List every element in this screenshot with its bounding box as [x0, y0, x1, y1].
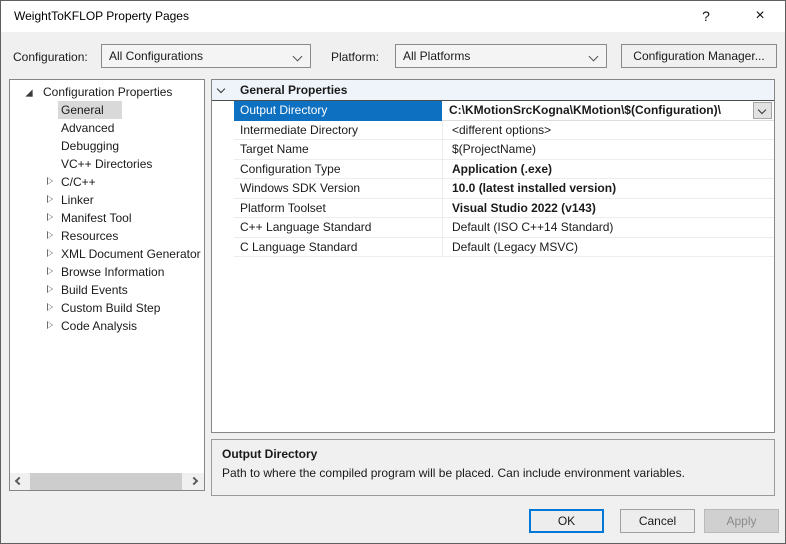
platform-label: Platform:	[331, 50, 380, 64]
collapsed-arrow-icon[interactable]	[47, 249, 53, 257]
scroll-left-icon[interactable]	[10, 473, 27, 490]
tree-item-label: Configuration Properties	[43, 85, 173, 99]
configuration-manager-button[interactable]: Configuration Manager...	[621, 44, 777, 68]
property-value[interactable]: Visual Studio 2022 (v143)	[442, 198, 774, 218]
collapsed-arrow-icon[interactable]	[47, 195, 53, 203]
property-value[interactable]: <different options>	[442, 120, 774, 140]
tree-item-xml-document-generator[interactable]: XML Document Generator	[10, 245, 204, 263]
property-name[interactable]: Intermediate Directory	[234, 121, 442, 140]
tree-item-general[interactable]: General	[10, 101, 204, 119]
tree-item-label: Advanced	[61, 121, 115, 135]
tree-item-code-analysis[interactable]: Code Analysis	[10, 317, 204, 335]
scroll-right-icon[interactable]	[187, 473, 204, 490]
property-name[interactable]: Configuration Type	[234, 160, 442, 179]
property-name[interactable]: Target Name	[234, 140, 442, 160]
property-row-windows-sdk-version[interactable]: Windows SDK Version 10.0 (latest install…	[212, 179, 774, 199]
tree-item-label: Manifest Tool	[61, 211, 132, 225]
ok-button[interactable]: OK	[529, 509, 604, 533]
scrollbar-thumb[interactable]	[30, 473, 182, 490]
configuration-label: Configuration:	[13, 50, 88, 64]
property-pages-dialog: WeightToKFLOP Property Pages ? × Configu…	[0, 0, 786, 544]
close-icon[interactable]: ×	[743, 1, 777, 32]
tree-item-label: Code Analysis	[61, 319, 138, 333]
property-row-intermediate-directory[interactable]: Intermediate Directory <different option…	[212, 120, 774, 140]
property-grid: General Properties Output Directory C:\K…	[211, 79, 775, 433]
property-name[interactable]: C++ Language Standard	[234, 218, 442, 238]
tree-item-label: Build Events	[61, 283, 128, 297]
tree-item-label: Resources	[61, 229, 119, 243]
property-name[interactable]: C Language Standard	[234, 238, 442, 257]
collapsed-arrow-icon[interactable]	[47, 177, 53, 185]
platform-dropdown-value: All Platforms	[403, 49, 471, 63]
chevron-down-icon	[216, 84, 226, 94]
tree-item-label: Browse Information	[61, 265, 165, 279]
configuration-tree-panel: Configuration Properties General Advance…	[9, 79, 205, 491]
property-row-platform-toolset[interactable]: Platform Toolset Visual Studio 2022 (v14…	[212, 198, 774, 218]
property-value[interactable]: $(ProjectName)	[442, 140, 774, 160]
property-row-target-name[interactable]: Target Name $(ProjectName)	[212, 140, 774, 160]
chevron-down-icon	[292, 51, 303, 62]
property-value[interactable]: Application (.exe)	[442, 159, 774, 179]
property-name[interactable]: Output Directory	[234, 101, 442, 121]
tree-item-label: Debugging	[61, 139, 120, 153]
property-value[interactable]: 10.0 (latest installed version)	[442, 179, 774, 199]
collapsed-arrow-icon[interactable]	[47, 303, 53, 311]
apply-button[interactable]: Apply	[704, 509, 779, 533]
horizontal-scrollbar[interactable]	[10, 473, 204, 490]
property-row-c-language-standard[interactable]: C Language Standard Default (Legacy MSVC…	[212, 237, 774, 257]
tree-item-label: XML Document Generator	[61, 247, 201, 261]
property-name[interactable]: Windows SDK Version	[234, 179, 442, 199]
tree-list: Configuration Properties General Advance…	[10, 80, 204, 335]
property-name[interactable]: Platform Toolset	[234, 199, 442, 218]
help-icon[interactable]: ?	[689, 1, 723, 32]
scrollbar-track[interactable]	[27, 473, 187, 490]
tree-item-resources[interactable]: Resources	[10, 227, 204, 245]
property-row-output-directory[interactable]: Output Directory C:\KMotionSrcKogna\KMot…	[212, 101, 774, 121]
collapsed-arrow-icon[interactable]	[47, 267, 53, 275]
collapsed-arrow-icon[interactable]	[47, 213, 53, 221]
property-row-configuration-type[interactable]: Configuration Type Application (.exe)	[212, 159, 774, 179]
configuration-dropdown[interactable]: All Configurations	[101, 44, 311, 68]
grid-category-header[interactable]: General Properties	[212, 80, 774, 101]
description-title: Output Directory	[222, 447, 318, 461]
tree-item-browse-information[interactable]: Browse Information	[10, 263, 204, 281]
tree-item-configuration-properties[interactable]: Configuration Properties	[10, 83, 204, 101]
collapsed-arrow-icon[interactable]	[47, 285, 53, 293]
tree-item-vc-directories[interactable]: VC++ Directories	[10, 155, 204, 173]
tree-item-label: Linker	[61, 193, 94, 207]
tree-item-c-cpp[interactable]: C/C++	[10, 173, 204, 191]
property-row-cpp-language-standard[interactable]: C++ Language Standard Default (ISO C++14…	[212, 218, 774, 238]
tree-item-build-events[interactable]: Build Events	[10, 281, 204, 299]
configuration-dropdown-value: All Configurations	[109, 49, 204, 63]
grid-category-label: General Properties	[240, 83, 348, 97]
tree-item-custom-build-step[interactable]: Custom Build Step	[10, 299, 204, 317]
tree-item-advanced[interactable]: Advanced	[10, 119, 204, 137]
tree-item-manifest-tool[interactable]: Manifest Tool	[10, 209, 204, 227]
tree-item-label: C/C++	[61, 175, 96, 189]
property-value[interactable]: Default (ISO C++14 Standard)	[442, 218, 774, 238]
description-text: Path to where the compiled program will …	[222, 466, 685, 480]
property-description-panel: Output Directory Path to where the compi…	[211, 439, 775, 496]
collapsed-arrow-icon[interactable]	[47, 231, 53, 239]
tree-item-label: Custom Build Step	[61, 301, 161, 315]
platform-dropdown[interactable]: All Platforms	[395, 44, 607, 68]
property-value[interactable]: Default (Legacy MSVC)	[442, 237, 774, 257]
tree-item-label: VC++ Directories	[61, 157, 153, 171]
expanded-arrow-icon[interactable]	[25, 89, 33, 97]
cancel-button[interactable]: Cancel	[620, 509, 695, 533]
tree-item-linker[interactable]: Linker	[10, 191, 204, 209]
tree-item-debugging[interactable]: Debugging	[10, 137, 204, 155]
chevron-down-icon	[757, 105, 767, 115]
window-title: WeightToKFLOP Property Pages	[14, 9, 189, 23]
value-dropdown-button[interactable]	[753, 102, 772, 119]
chevron-down-icon	[588, 51, 599, 62]
titlebar: WeightToKFLOP Property Pages ? ×	[1, 1, 785, 32]
tree-item-label-selected: General	[58, 101, 122, 119]
collapsed-arrow-icon[interactable]	[47, 321, 53, 329]
property-value[interactable]: C:\KMotionSrcKogna\KMotion\$(Configurati…	[439, 101, 774, 121]
